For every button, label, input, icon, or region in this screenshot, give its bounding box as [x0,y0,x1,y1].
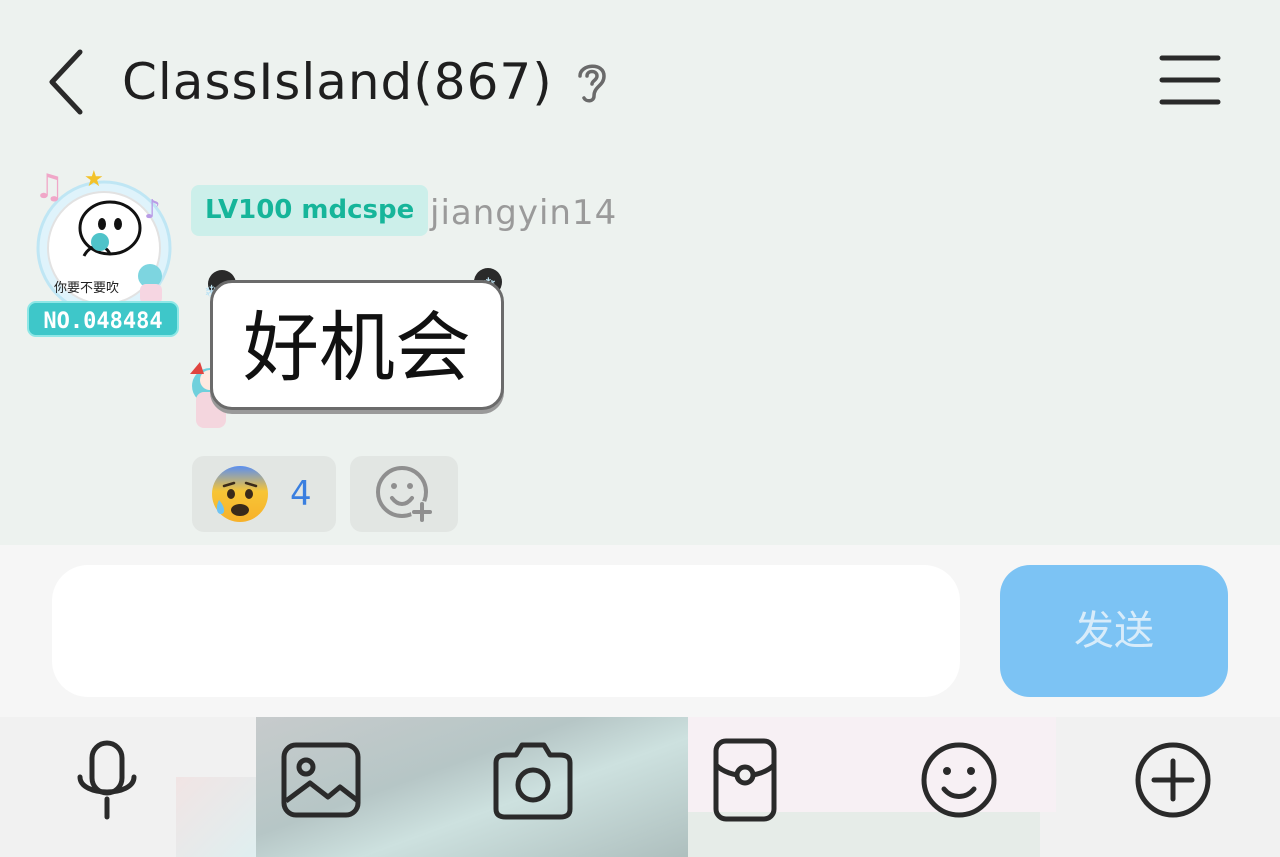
sender-name[interactable]: jiangyin14 [430,190,617,236]
microphone-icon[interactable] [62,735,152,825]
back-arrow-icon[interactable] [40,44,96,120]
red-packet-icon[interactable] [700,735,790,825]
image-icon[interactable] [276,735,366,825]
camera-icon[interactable] [488,735,578,825]
toolbar-background-image [176,777,256,857]
bubble-body: 好机会 [210,280,504,410]
reaction-chip[interactable]: 4 [192,456,336,532]
add-emoji-icon [376,466,433,523]
svg-text:★: ★ [84,167,104,192]
sender-avatar[interactable]: ♫ ★ ♪ 你要不要吹 NO.048484 [24,158,184,344]
plus-icon[interactable] [1128,735,1218,825]
add-reaction-button[interactable] [350,456,458,532]
message-input[interactable] [52,565,960,697]
menu-icon[interactable] [1156,50,1224,110]
member-level-tag: LV100 mdcspe [191,185,429,236]
avatar-caption: 你要不要吹 [54,281,119,296]
svg-text:♪: ♪ [144,195,161,225]
svg-text:♫: ♫ [34,167,64,207]
chat-title[interactable]: ClassIsland(867) [122,48,553,116]
emoji-icon[interactable] [914,735,1004,825]
reaction-count: 4 [290,474,312,514]
message-text: 好机会 [243,303,471,392]
ear-icon[interactable] [572,56,612,106]
avatar-badge: NO.048484 [43,309,162,334]
send-button[interactable]: 发送 [1000,565,1228,697]
message-bubble[interactable]: ❄ ❄ 好机会 [170,262,520,432]
composer-bar: 发送 [0,545,1280,717]
anxious-face-with-sweat-icon [212,466,268,522]
input-toolbar [0,717,1280,857]
chat-header: ClassIsland(867) [0,0,1280,160]
